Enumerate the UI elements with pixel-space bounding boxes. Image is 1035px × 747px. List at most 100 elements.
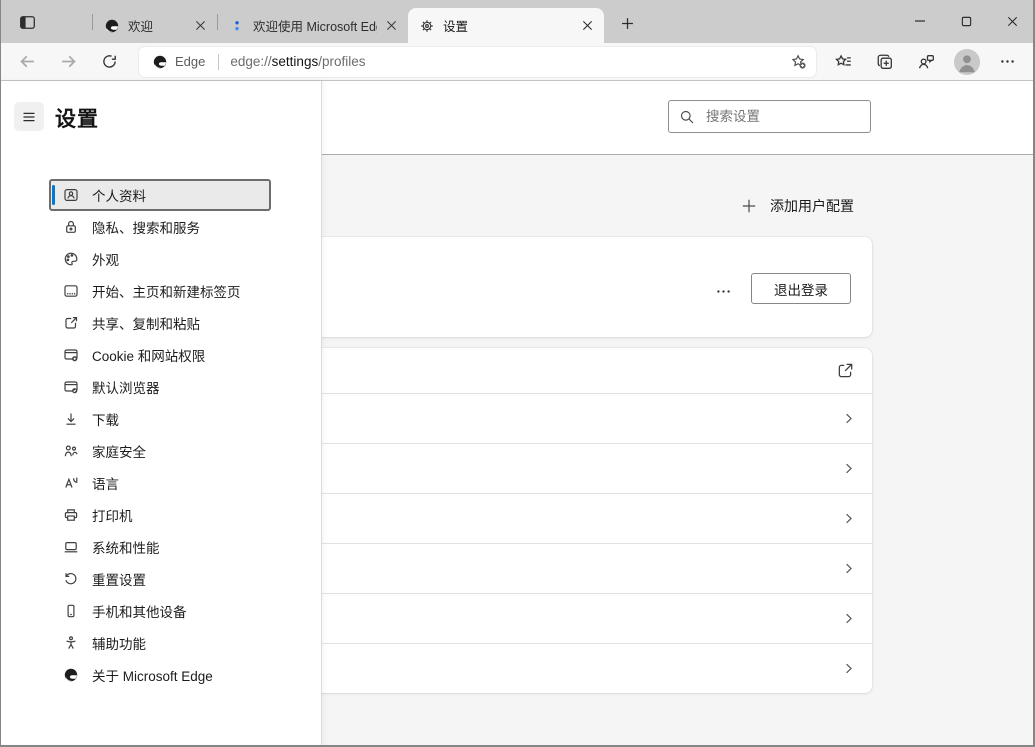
url-highlight: settings (272, 54, 319, 69)
lock-icon (63, 219, 79, 235)
collections-button[interactable] (864, 47, 905, 77)
sign-out-button[interactable]: 退出登录 (751, 273, 851, 304)
sidebar-item-privacy[interactable]: 隐私、搜索和服务 (49, 211, 271, 243)
close-icon (386, 20, 397, 31)
feedback-person-button[interactable] (905, 47, 946, 77)
url-text: edge://settings/profiles (230, 54, 783, 69)
settings-search-box[interactable] (668, 100, 871, 133)
tab-title: 设置 (443, 16, 573, 35)
close-icon (195, 20, 206, 31)
browser-toolbar: Edge edge://settings/profiles (0, 43, 1035, 81)
sidebar-item-profiles[interactable]: 个人资料 (49, 179, 271, 211)
new-tab-button[interactable] (613, 9, 641, 37)
list-row[interactable] (280, 593, 872, 643)
sidebar-item-share-copy-paste[interactable]: 共享、复制和粘贴 (49, 307, 271, 339)
tab-close-button[interactable] (191, 16, 210, 35)
site-badge[interactable]: Edge (148, 54, 209, 70)
more-options-icon (715, 283, 732, 300)
chevron-right-icon (841, 511, 856, 526)
sidebar-item-about-edge[interactable]: 关于 Microsoft Edge (49, 659, 271, 691)
address-bar[interactable]: Edge edge://settings/profiles (139, 47, 816, 77)
forward-button[interactable] (48, 47, 89, 77)
family-safety-icon (63, 443, 79, 459)
list-row[interactable] (280, 543, 872, 593)
profile-avatar-icon (954, 49, 980, 75)
sidebar-item-cookies-permissions[interactable]: Cookie 和网站权限 (49, 339, 271, 371)
add-favorite-button[interactable] (783, 49, 813, 75)
tab-close-button[interactable] (578, 16, 597, 35)
add-profile-label: 添加用户配置 (770, 196, 854, 216)
maximize-icon (960, 15, 973, 28)
sidebar-item-label: 默认浏览器 (92, 377, 160, 397)
sidebar-item-label: 共享、复制和粘贴 (92, 313, 200, 333)
chevron-right-icon (841, 461, 856, 476)
avatar (954, 49, 980, 75)
close-window-button[interactable] (989, 0, 1035, 42)
edge-logo-icon (104, 18, 120, 34)
sidebar-item-label: 语言 (92, 473, 119, 493)
chevron-right-icon (841, 411, 856, 426)
edge-logo-icon (63, 667, 79, 683)
new-tab-page-icon (63, 283, 79, 299)
sidebar-item-label: 下载 (92, 409, 119, 429)
tab-settings-active[interactable]: 设置 (408, 8, 604, 43)
minimize-icon (913, 14, 927, 28)
settings-search-input[interactable] (706, 109, 860, 124)
sidebar-item-phone-devices[interactable]: 手机和其他设备 (49, 595, 271, 627)
list-row[interactable] (280, 643, 872, 693)
sidebar-item-label: 系统和性能 (92, 537, 160, 557)
collections-icon (876, 53, 894, 71)
settings-sidenav: 设置 个人资料 隐私、搜索和服务 外观 开始、主页和新建标签页 (0, 81, 322, 747)
site-badge-label: Edge (175, 54, 205, 69)
titlebar: 欢迎 欢迎使用 Microsoft Edg 设置 (0, 0, 1035, 43)
sidebar-item-languages[interactable]: 语言 (49, 467, 271, 499)
more-options-icon (999, 53, 1016, 70)
sidebar-item-label: 外观 (92, 249, 119, 269)
profile-more-options-button[interactable] (706, 279, 740, 303)
favorites-button[interactable] (823, 47, 864, 77)
share-icon (63, 315, 79, 331)
refresh-button[interactable] (89, 47, 130, 77)
profile-avatar-button[interactable] (946, 47, 987, 77)
maximize-button[interactable] (943, 0, 989, 42)
address-separator (218, 54, 219, 70)
sidebar-item-appearance[interactable]: 外观 (49, 243, 271, 275)
tab-close-button[interactable] (382, 16, 401, 35)
feedback-person-icon (917, 53, 935, 71)
sidebar-item-label: 辅助功能 (92, 633, 146, 653)
add-profile-button[interactable]: 添加用户配置 (733, 187, 862, 224)
close-icon (582, 20, 593, 31)
sidebar-item-family-safety[interactable]: 家庭安全 (49, 435, 271, 467)
sidebar-item-label: 重置设置 (92, 569, 146, 589)
sidebar-item-printers[interactable]: 打印机 (49, 499, 271, 531)
back-button[interactable] (7, 47, 48, 77)
tab-welcome[interactable]: 欢迎 (93, 8, 217, 43)
menu-toggle-button[interactable] (14, 102, 44, 131)
sidebar-item-reset-settings[interactable]: 重置设置 (49, 563, 271, 595)
more-options-button[interactable] (987, 47, 1028, 77)
list-row[interactable] (280, 493, 872, 543)
minimize-button[interactable] (897, 0, 943, 42)
back-icon (18, 52, 37, 71)
sidebar-item-label: Cookie 和网站权限 (92, 345, 205, 365)
default-browser-icon (63, 379, 79, 395)
tab-welcome-to-edge[interactable]: 欢迎使用 Microsoft Edg (218, 8, 408, 43)
forward-icon (59, 52, 78, 71)
edge-browser-window: 欢迎 欢迎使用 Microsoft Edg 设置 (0, 0, 1035, 747)
sidebar-item-system-performance[interactable]: 系统和性能 (49, 531, 271, 563)
list-row[interactable] (280, 393, 872, 443)
accessibility-icon (63, 635, 79, 651)
list-row[interactable] (280, 443, 872, 493)
external-link-icon (837, 362, 854, 379)
chevron-right-icon (841, 611, 856, 626)
close-icon (1006, 15, 1019, 28)
sidebar-item-default-browser[interactable]: 默认浏览器 (49, 371, 271, 403)
sidebar-item-accessibility[interactable]: 辅助功能 (49, 627, 271, 659)
sidebar-item-start-home-newtab[interactable]: 开始、主页和新建标签页 (49, 275, 271, 307)
url-scheme: edge:// (230, 54, 271, 69)
external-link-button[interactable] (830, 356, 860, 386)
list-row-external[interactable] (280, 348, 872, 393)
sidebar-item-downloads[interactable]: 下载 (49, 403, 271, 435)
tab-title: 欢迎 (128, 16, 186, 35)
tab-actions-button[interactable] (12, 8, 42, 36)
